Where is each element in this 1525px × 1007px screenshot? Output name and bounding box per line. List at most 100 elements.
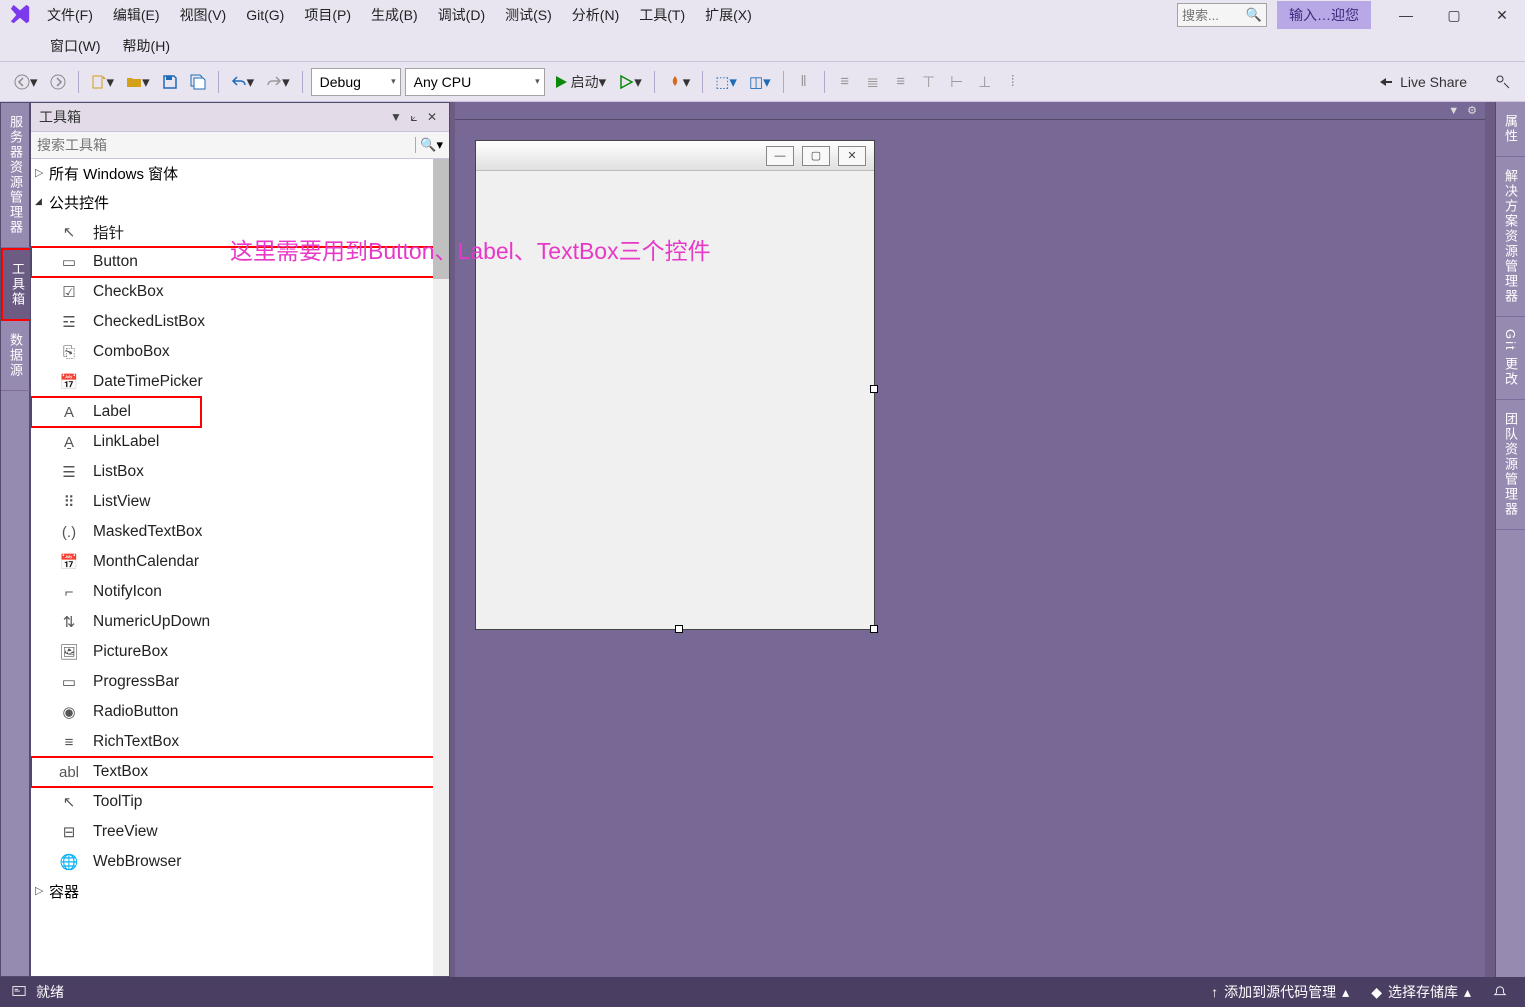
config-dropdown[interactable]: Debug▾ (311, 68, 401, 96)
platform-dropdown[interactable]: Any CPU▾ (405, 68, 545, 96)
search-input[interactable] (1182, 8, 1242, 23)
live-share-button[interactable]: Live Share (1370, 74, 1475, 90)
overflow-button[interactable]: ⁞ (1001, 68, 1025, 96)
menu-调试(D)[interactable]: 调试(D) (428, 4, 495, 26)
new-file-button[interactable]: ▾ (87, 68, 119, 96)
group-公共控件[interactable]: 公共控件 (31, 188, 449, 217)
toolbox-search-input[interactable] (37, 137, 415, 153)
toolbox-item-listbox[interactable]: ☰ListBox (31, 457, 449, 487)
start-button[interactable]: 启动 ▾ (549, 68, 611, 96)
repo-select-button[interactable]: ◆ 选择存储库 ▴ (1365, 982, 1477, 1002)
align-center-button[interactable]: ≣ (861, 68, 885, 96)
menu-扩展(X)[interactable]: 扩展(X) (695, 4, 762, 26)
toolbox-item-radiobutton[interactable]: ◉RadioButton (31, 697, 449, 727)
feedback-button[interactable] (1491, 68, 1515, 96)
tab-server-explorer[interactable]: 服务器资源管理器 (1, 103, 30, 248)
notifications-icon[interactable] (1487, 985, 1513, 999)
search-icon[interactable]: 🔍 (1246, 7, 1262, 23)
scrollbar[interactable] (433, 159, 449, 976)
tab-git-changes[interactable]: Git 更改 (1496, 317, 1525, 400)
align-left-button[interactable]: ≡ (833, 68, 857, 96)
start-nobuild-button[interactable]: ▾ (614, 68, 646, 96)
toolbox-item-datetimepicker[interactable]: 📅DateTimePicker (31, 367, 449, 397)
tab-team-explorer[interactable]: 团队资源管理器 (1496, 400, 1525, 530)
toolbox-item-checkbox[interactable]: ☑CheckBox (31, 277, 449, 307)
tab-properties[interactable]: 属性 (1496, 102, 1525, 157)
resize-handle-s[interactable] (675, 625, 683, 633)
menu-项目(P)[interactable]: 项目(P) (294, 4, 361, 26)
toolbox-tree[interactable]: 所有 Windows 窗体公共控件↖指针▭Button☑CheckBox☲Che… (31, 159, 449, 976)
redo-button[interactable]: ▾ (262, 68, 294, 96)
menu-分析(N)[interactable]: 分析(N) (562, 4, 629, 26)
toolbox-item-numericupdown[interactable]: ⇅NumericUpDown (31, 607, 449, 637)
resize-handle-se[interactable] (870, 625, 878, 633)
menu-编辑(E)[interactable]: 编辑(E) (103, 4, 170, 26)
undo-button[interactable]: ▾ (227, 68, 259, 96)
designer-surface[interactable]: ▼ ⚙ — ▢ ✕ 这里需要用到Button、Label、TextBox三个控件 (455, 102, 1485, 977)
toolbox-item-webbrowser[interactable]: 🌐WebBrowser (31, 847, 449, 877)
browser2-button[interactable]: ◫▾ (745, 68, 775, 96)
gear-icon[interactable]: ⚙ (1467, 104, 1477, 117)
tab-dropdown-icon[interactable]: ▼ (1448, 105, 1459, 117)
group-容器[interactable]: 容器 (31, 877, 449, 906)
output-icon[interactable] (12, 984, 26, 1001)
toolbox-item-label[interactable]: ALabel (31, 397, 201, 427)
tab-data-sources[interactable]: 数据源 (1, 321, 30, 391)
form-close-icon[interactable]: ✕ (838, 146, 866, 166)
form-designer[interactable]: — ▢ ✕ (475, 140, 875, 630)
browser-button[interactable]: ⬚▾ (711, 68, 741, 96)
menu-生成(B)[interactable]: 生成(B) (361, 4, 428, 26)
align-middle-button[interactable]: ⊢ (945, 68, 969, 96)
datetimepicker-icon: 📅 (59, 372, 79, 392)
source-control-button[interactable]: ↑ 添加到源代码管理 ▴ (1205, 982, 1355, 1002)
menu-测试(S)[interactable]: 测试(S) (495, 4, 562, 26)
toolbox-item-textbox[interactable]: ablTextBox (31, 757, 449, 787)
form-minimize-icon[interactable]: — (766, 146, 794, 166)
toolbox-item-monthcalendar[interactable]: 📅MonthCalendar (31, 547, 449, 577)
menu-Git(G)[interactable]: Git(G) (236, 4, 294, 26)
toolbox-item-listview[interactable]: ⠿ListView (31, 487, 449, 517)
toolbox-search[interactable]: 🔍▾ (31, 131, 449, 159)
toolbox-item-maskedtextbox[interactable]: (.)MaskedTextBox (31, 517, 449, 547)
toolbox-item-checkedlistbox[interactable]: ☲CheckedListBox (31, 307, 449, 337)
form-maximize-icon[interactable]: ▢ (802, 146, 830, 166)
tab-solution-explorer[interactable]: 解决方案资源管理器 (1496, 157, 1525, 317)
menu-窗口(W)[interactable]: 窗口(W) (40, 33, 111, 59)
toolbox-item-progressbar[interactable]: ▭ProgressBar (31, 667, 449, 697)
toolbox-item-notifyicon[interactable]: ⌐NotifyIcon (31, 577, 449, 607)
close-icon[interactable]: ✕ (423, 110, 441, 124)
group-所有 Windows 窗体[interactable]: 所有 Windows 窗体 (31, 159, 449, 188)
pin-icon[interactable]: ⟀ (405, 110, 423, 125)
align-bottom-button[interactable]: ⊥ (973, 68, 997, 96)
align-right-button[interactable]: ≡ (889, 68, 913, 96)
nav-fwd-button[interactable] (46, 68, 70, 96)
menu-帮助(H)[interactable]: 帮助(H) (113, 33, 180, 59)
nav-back-button[interactable]: ▾ (10, 68, 42, 96)
item-label: ListBox (93, 463, 144, 481)
minimize-button[interactable]: — (1383, 1, 1429, 29)
save-all-button[interactable] (186, 68, 210, 96)
numericupdown-icon: ⇅ (59, 612, 79, 632)
menu-工具(T)[interactable]: 工具(T) (629, 4, 695, 26)
menu-文件(F)[interactable]: 文件(F) (37, 4, 103, 26)
panel-dropdown-icon[interactable]: ▼ (387, 110, 405, 124)
open-file-button[interactable]: ▾ (122, 68, 154, 96)
global-search[interactable]: 🔍 (1177, 3, 1267, 27)
toolbox-item-treeview[interactable]: ⊟TreeView (31, 817, 449, 847)
hline-icon[interactable]: ‖ (792, 68, 816, 96)
maximize-button[interactable]: ▢ (1431, 1, 1477, 29)
search-icon[interactable]: 🔍▾ (415, 137, 443, 153)
align-top-button[interactable]: ⊤ (917, 68, 941, 96)
toolbox-item-richtextbox[interactable]: ≡RichTextBox (31, 727, 449, 757)
item-label: TextBox (93, 763, 148, 781)
toolbox-item-picturebox[interactable]: 🖼PictureBox (31, 637, 449, 667)
toolbox-item-linklabel[interactable]: A̱LinkLabel (31, 427, 449, 457)
welcome-banner[interactable]: 输入…迎您 (1277, 1, 1371, 29)
menu-视图(V)[interactable]: 视图(V) (170, 4, 237, 26)
toolbox-item-tooltip[interactable]: ↖ToolTip (31, 787, 449, 817)
close-button[interactable]: ✕ (1479, 1, 1525, 29)
toolbox-item-combobox[interactable]: ⎘ComboBox (31, 337, 449, 367)
save-button[interactable] (158, 68, 182, 96)
hot-reload-button[interactable]: ▾ (663, 68, 695, 96)
resize-handle-e[interactable] (870, 385, 878, 393)
